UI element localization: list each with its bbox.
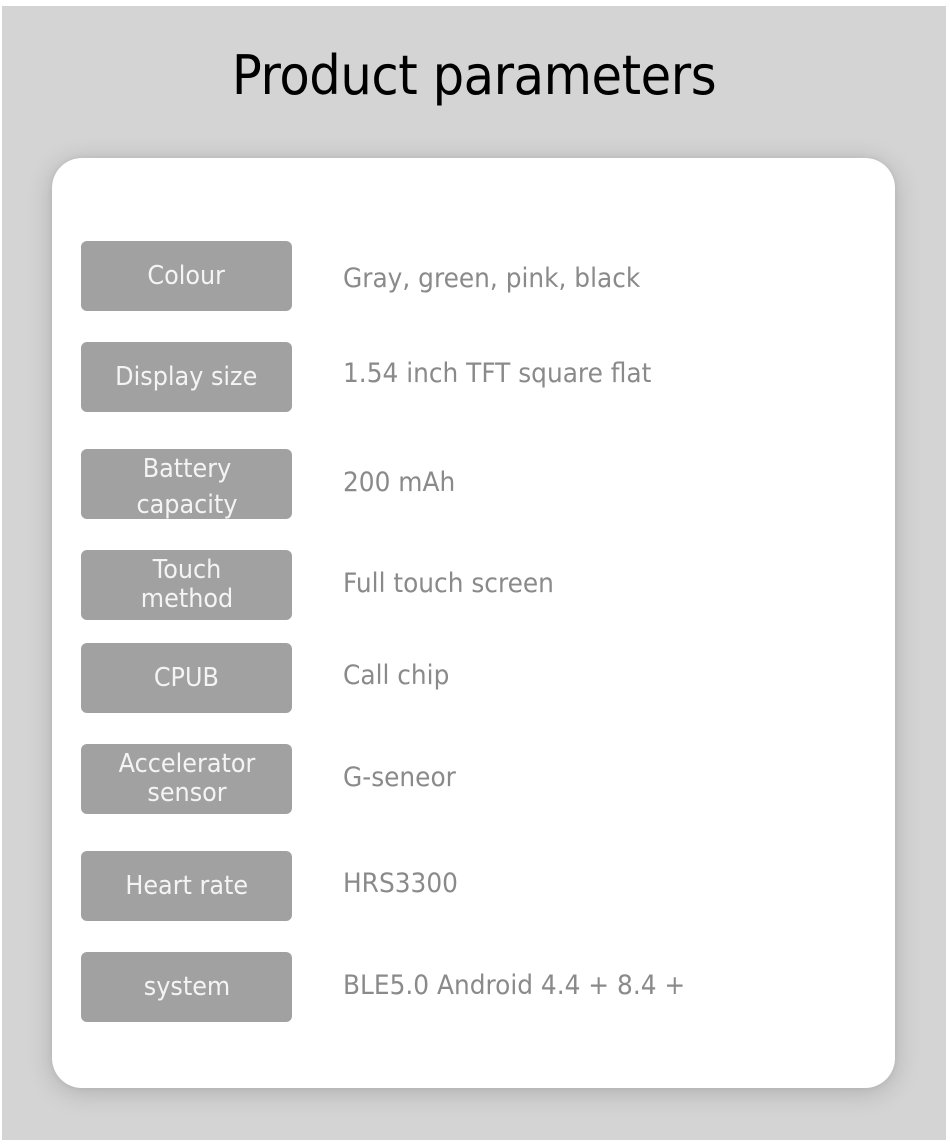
parameter-row-system: system BLE5.0 Android 4.4 + 8.4 +: [81, 952, 861, 1022]
parameter-row-cpub: CPUB Call chip: [81, 643, 861, 713]
parameters-card: Colour Gray, green, pink, black Display …: [52, 158, 895, 1088]
parameter-label: Heart rate: [81, 851, 292, 921]
parameter-label: CPUB: [81, 643, 292, 713]
parameter-value: Call chip: [343, 640, 459, 710]
parameter-label-text: Touch method: [140, 555, 233, 614]
parameter-value-text: Call chip: [343, 659, 450, 691]
parameter-label: Battery capacity: [81, 449, 292, 520]
parameter-label: system: [81, 952, 292, 1022]
parameter-label-text: CPUB: [153, 663, 220, 693]
parameter-label: Colour: [81, 241, 292, 311]
parameter-value: Gray, green, pink, black: [343, 243, 666, 313]
parameter-label-text: Display size: [115, 362, 258, 392]
page-background: Product parameters Colour Gray, green, p…: [2, 6, 946, 1140]
parameter-label-text: Battery capacity: [136, 454, 237, 520]
parameter-value-text: Gray, green, pink, black: [343, 262, 641, 294]
parameter-row-battery-capacity: Battery capacity 200 mAh: [81, 447, 861, 520]
parameter-value: 1.54 inch TFT square flat: [343, 338, 678, 408]
parameter-value: 200 mAh: [343, 447, 465, 517]
parameter-row-accelerator-sensor: Accelerator sensor G-seneor: [81, 744, 861, 814]
parameter-value-text: HRS3300: [343, 867, 458, 899]
parameter-row-colour: Colour Gray, green, pink, black: [81, 241, 861, 311]
parameter-label: Touch method: [81, 550, 292, 620]
parameter-row-heart-rate: Heart rate HRS3300: [81, 851, 861, 921]
parameter-row-touch-method: Touch method Full touch screen: [81, 550, 861, 620]
parameter-value-text: G-seneor: [343, 761, 456, 793]
parameter-label-text: Heart rate: [125, 871, 248, 901]
parameter-row-display-size: Display size 1.54 inch TFT square flat: [81, 342, 861, 412]
parameter-label: Accelerator sensor: [81, 744, 292, 814]
parameter-value-text: Full touch screen: [343, 567, 554, 599]
page-title: Product parameters: [231, 44, 717, 107]
parameter-label-text: Accelerator sensor: [118, 749, 255, 808]
parameter-label: Display size: [81, 342, 292, 412]
parameter-value: G-seneor: [343, 742, 466, 812]
parameter-value: Full touch screen: [343, 548, 572, 618]
parameter-label-text: system: [143, 972, 230, 1002]
parameter-value: HRS3300: [343, 848, 468, 918]
parameter-value: BLE5.0 Android 4.4 + 8.4 +: [343, 950, 715, 1020]
parameter-value-text: 200 mAh: [343, 466, 456, 498]
parameter-value-text: BLE5.0 Android 4.4 + 8.4 +: [343, 969, 686, 1001]
parameter-label-text: Colour: [147, 261, 226, 291]
parameter-value-text: 1.54 inch TFT square flat: [343, 357, 652, 389]
